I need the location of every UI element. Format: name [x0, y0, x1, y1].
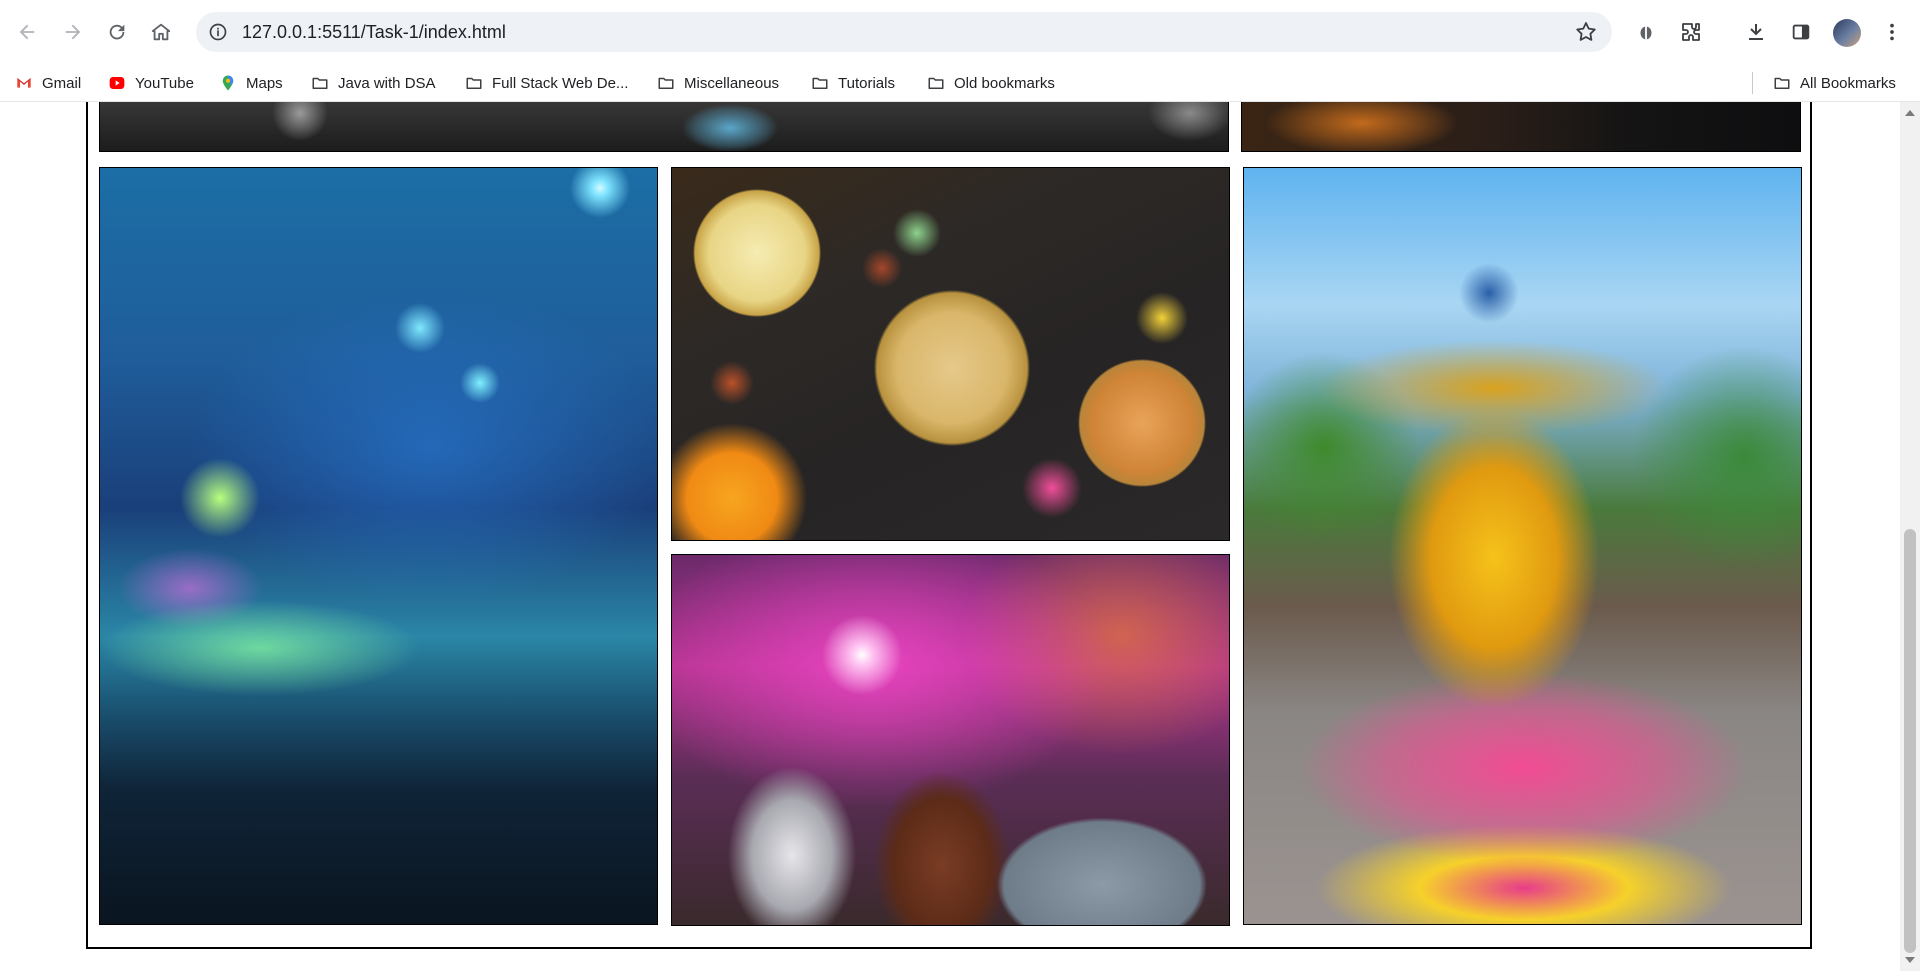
folder-icon: [810, 73, 830, 93]
gmail-icon: [14, 73, 34, 93]
bookmark-youtube[interactable]: YouTube: [107, 71, 194, 95]
folder-icon: [926, 73, 946, 93]
gallery-container: [86, 102, 1812, 949]
bookmark-maps[interactable]: Maps: [218, 71, 283, 95]
folder-icon: [464, 73, 484, 93]
city-night-photo: [1241, 102, 1801, 152]
music-festival-crowd-photo: [671, 554, 1230, 926]
youtube-icon: [107, 73, 127, 93]
forward-icon[interactable]: [55, 14, 91, 50]
concert-backstage-photo: [99, 102, 1229, 152]
diwali-sweets-photo: [671, 167, 1230, 541]
bookmark-label: YouTube: [135, 74, 194, 92]
bookmark-label: Tutorials: [838, 74, 895, 92]
bookmarks-separator: [1752, 72, 1753, 94]
avatar[interactable]: [1833, 19, 1861, 47]
menu-icon[interactable]: [1878, 18, 1906, 46]
bookmark-label: Maps: [246, 74, 283, 92]
address-bar[interactable]: 127.0.0.1:5511/Task-1/index.html: [196, 12, 1612, 52]
bookmark-label: Old bookmarks: [954, 74, 1055, 92]
star-icon[interactable]: [1574, 20, 1598, 44]
side-panel-icon[interactable]: [1787, 18, 1815, 46]
bookmark-full-stack[interactable]: Full Stack Web De...: [464, 71, 628, 95]
folder-icon: [310, 73, 330, 93]
download-icon[interactable]: [1742, 18, 1770, 46]
scrollbar-thumb[interactable]: [1904, 529, 1916, 953]
reload-icon[interactable]: [99, 14, 135, 50]
scroll-up-arrow-icon[interactable]: [1905, 110, 1915, 116]
bookmark-label: Full Stack Web De...: [492, 74, 629, 92]
folder-icon: [656, 73, 676, 93]
bookmark-label: Miscellaneous: [684, 74, 780, 92]
back-icon[interactable]: [9, 14, 45, 50]
bookmarks-bar: Gmail YouTube Maps Java with DSA Full St…: [0, 65, 1920, 102]
all-bookmarks-button[interactable]: All Bookmarks: [1772, 71, 1896, 95]
url-text[interactable]: 127.0.0.1:5511/Task-1/index.html: [242, 22, 506, 43]
bookmark-gmail[interactable]: Gmail: [14, 71, 81, 95]
info-icon[interactable]: [206, 20, 230, 44]
scroll-down-arrow-icon[interactable]: [1905, 957, 1915, 963]
bookmark-tutorials[interactable]: Tutorials: [810, 71, 895, 95]
all-bookmarks-label: All Bookmarks: [1800, 74, 1896, 92]
bookmark-label: Gmail: [42, 74, 82, 92]
bookmark-java-with-dsa[interactable]: Java with DSA: [310, 71, 436, 95]
extensions-icon[interactable]: [1677, 18, 1705, 46]
folder-icon: [1772, 73, 1792, 93]
maps-icon: [218, 73, 238, 93]
page-viewport: [0, 102, 1900, 971]
bookmark-old-bookmarks[interactable]: Old bookmarks: [926, 71, 1055, 95]
kathakali-dancer-photo: [1243, 167, 1802, 925]
bookmark-miscellaneous[interactable]: Miscellaneous: [656, 71, 779, 95]
concert-lights-photo: [99, 167, 658, 925]
vertical-scrollbar[interactable]: [1900, 102, 1920, 971]
extension-bug-icon[interactable]: [1632, 18, 1660, 46]
home-icon[interactable]: [143, 14, 179, 50]
browser-toolbar: 127.0.0.1:5511/Task-1/index.html: [0, 0, 1920, 65]
bookmark-label: Java with DSA: [338, 74, 436, 92]
